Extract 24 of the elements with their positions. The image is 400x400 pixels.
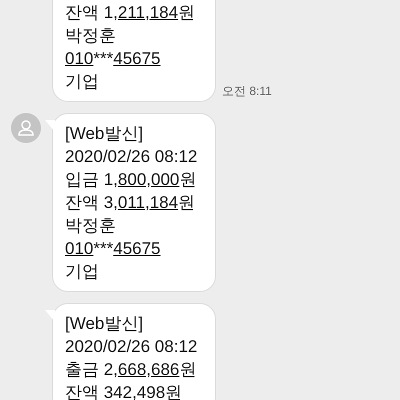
message-line: [Web발신] xyxy=(65,313,144,335)
detected-link[interactable]: 668,686 xyxy=(118,360,180,379)
detected-link[interactable]: 010 xyxy=(65,239,94,258)
message-line: 기업 xyxy=(65,261,100,283)
message-line: 기업 xyxy=(65,71,100,93)
message-line: [Web발신] xyxy=(65,123,144,145)
detected-link[interactable]: 010 xyxy=(65,49,94,68)
message-line: 010***45675 xyxy=(65,238,162,260)
message-line: 2020/02/26 08:12 xyxy=(65,146,198,168)
message-line: 010***45675 xyxy=(65,48,162,70)
message-time: 오전 8:11 xyxy=(222,83,272,100)
detected-link[interactable]: 211,184 xyxy=(118,3,178,22)
message-line: 2020/02/26 08:12 xyxy=(65,336,198,358)
message-line: 잔액 1,211,184원 xyxy=(65,2,196,24)
message-line: 박정훈 xyxy=(65,25,117,47)
message-line: 잔액 3,011,184원 xyxy=(65,192,196,214)
detected-link[interactable]: 45675 xyxy=(113,239,161,258)
detected-link[interactable]: 45675 xyxy=(113,49,161,68)
detected-link[interactable]: 800,000 xyxy=(118,170,180,189)
message-line: 출금 2,668,686원 xyxy=(65,359,198,381)
avatar-icon[interactable] xyxy=(11,113,41,143)
message-line: 입금 1,800,000원 xyxy=(65,169,198,191)
message-line: 박정훈 xyxy=(65,215,117,237)
detected-link[interactable]: 011,184 xyxy=(118,193,178,212)
